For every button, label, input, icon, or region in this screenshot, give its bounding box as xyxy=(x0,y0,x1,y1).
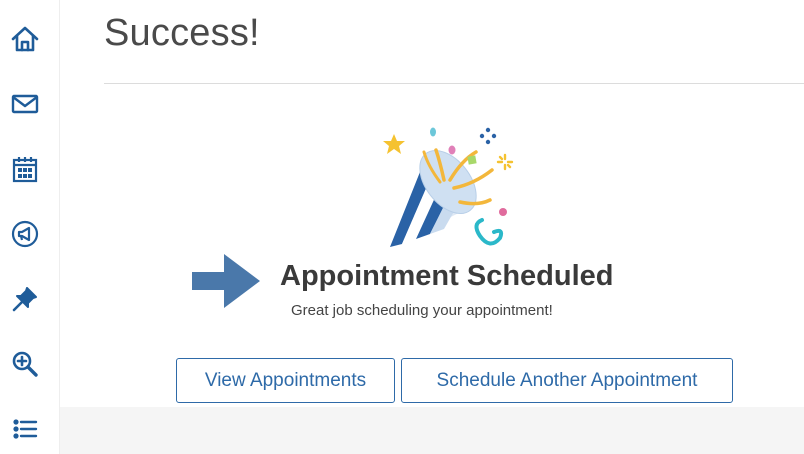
list-icon[interactable] xyxy=(8,412,42,446)
calendar-icon[interactable] xyxy=(8,152,42,186)
schedule-another-appointment-button[interactable]: Schedule Another Appointment xyxy=(401,358,733,403)
zoom-in-icon[interactable] xyxy=(8,347,42,381)
party-popper-icon xyxy=(383,127,514,247)
announcement-icon[interactable] xyxy=(8,217,42,251)
mail-icon[interactable] xyxy=(8,87,42,121)
arrow-right-icon xyxy=(192,254,260,308)
page-title: Success! xyxy=(104,12,260,54)
main-content: Success! Appointment Scheduled Great job… xyxy=(60,0,804,454)
success-message: Great job scheduling your appointment! xyxy=(291,302,553,319)
pin-icon[interactable] xyxy=(8,282,42,316)
footer-band xyxy=(60,407,804,454)
title-divider xyxy=(104,83,804,84)
success-heading: Appointment Scheduled xyxy=(280,260,614,292)
view-appointments-button[interactable]: View Appointments xyxy=(176,358,395,403)
home-icon[interactable] xyxy=(8,22,42,56)
sidebar xyxy=(0,0,60,454)
